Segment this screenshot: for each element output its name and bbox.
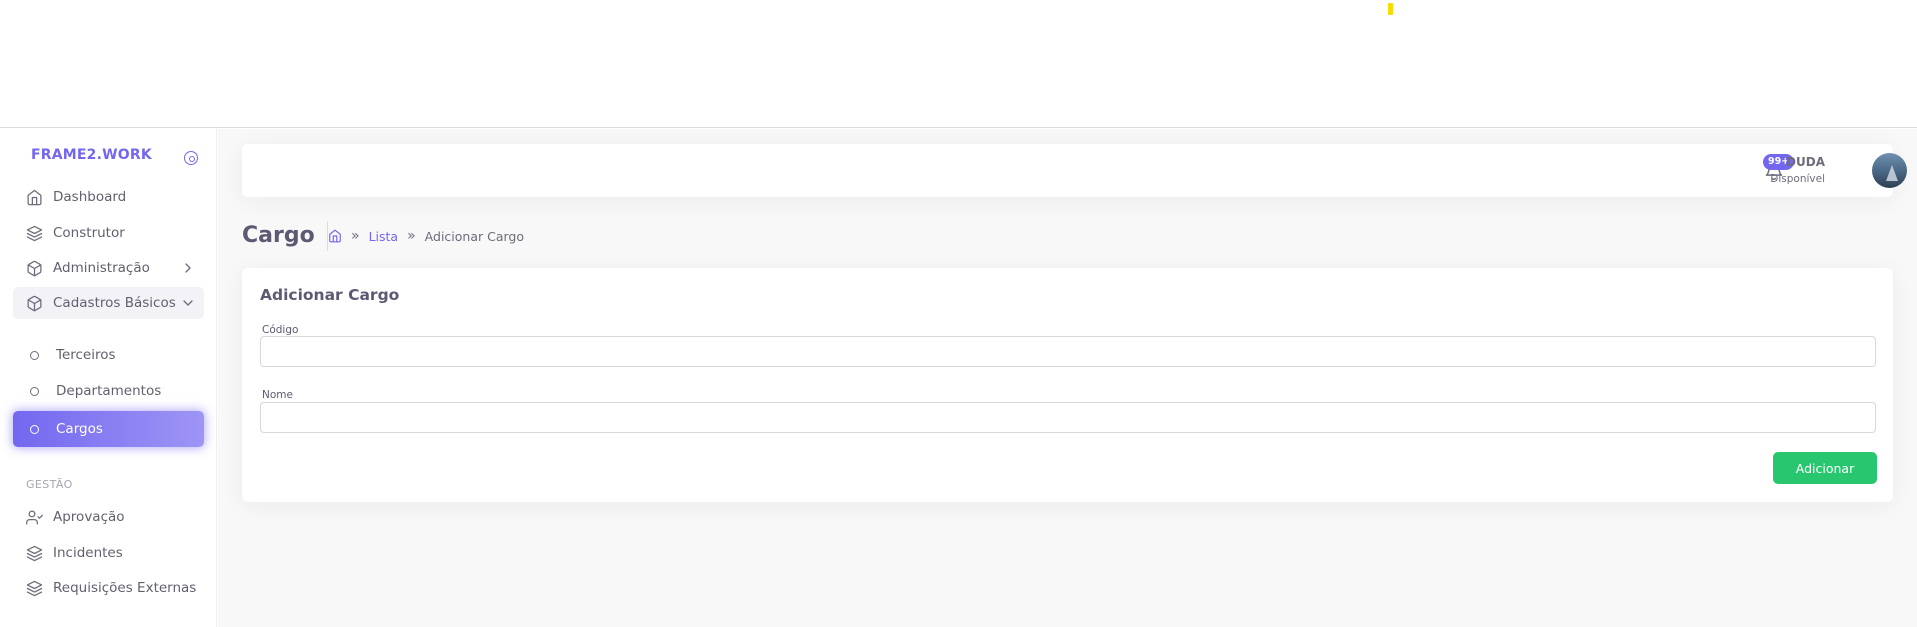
page-title: Cargo (242, 221, 328, 251)
sidebar-item-label: Aprovação (53, 509, 125, 525)
sidebar-subitem-departamentos[interactable]: Departamentos (13, 375, 204, 407)
codigo-input[interactable] (260, 336, 1876, 367)
sidebar-item-administracao[interactable]: Administração (13, 252, 204, 284)
browser-blank-area (0, 0, 1917, 128)
chevron-down-icon (183, 300, 193, 306)
sidebar-subitem-terceiros[interactable]: Terceiros (13, 339, 204, 371)
card-title: Adicionar Cargo (260, 286, 400, 304)
sidebar-item-label: Construtor (53, 225, 125, 241)
sidebar-item-label: Requisições Externas (53, 580, 197, 596)
main-content: 99+ DUDA Disponível Cargo » Lista » Adic… (218, 129, 1917, 627)
circle-icon (30, 386, 39, 396)
sidebar-item-label: Administração (53, 260, 150, 276)
home-icon (24, 187, 44, 207)
add-button[interactable]: Adicionar (1773, 452, 1877, 484)
user-name[interactable]: DUDA (1786, 155, 1825, 169)
layers-icon (24, 543, 44, 563)
sidebar-item-dashboard[interactable]: Dashboard (13, 181, 204, 213)
layers-icon (24, 578, 44, 598)
circle-icon (30, 350, 39, 360)
field-label-codigo: Código (262, 324, 299, 336)
package-icon (24, 293, 44, 313)
user-status: Disponível (1770, 173, 1825, 185)
chevron-right-icon (185, 263, 191, 273)
sidebar-item-label: Cadastros Básicos (53, 295, 176, 311)
sidebar-item-construtor[interactable]: Construtor (13, 217, 204, 249)
chevrons-right-icon: » (351, 228, 360, 244)
breadcrumb-link-lista[interactable]: Lista (369, 229, 399, 244)
circle-icon (30, 424, 39, 434)
section-label-gestao: GESTÃO (26, 478, 73, 491)
form-card: Adicionar Cargo Código Nome Adicionar (242, 268, 1893, 502)
sidebar-subitem-label: Departamentos (56, 383, 162, 399)
sidebar-subitem-label: Terceiros (56, 347, 116, 363)
breadcrumb-current: Adicionar Cargo (424, 228, 524, 244)
chevrons-right-icon: » (407, 228, 416, 244)
yellow-marker (1388, 3, 1393, 15)
sidebar-item-cadastros-basicos[interactable]: Cadastros Básicos (13, 287, 204, 319)
layers-icon (24, 223, 44, 243)
sidebar: FRAME2.WORK Dashboard Construtor Adminis… (0, 129, 217, 627)
sidebar-subitem-label: Cargos (56, 421, 103, 437)
sidebar-item-label: Incidentes (53, 545, 123, 561)
package-icon (24, 258, 44, 278)
sidebar-item-incidentes[interactable]: Incidentes (13, 537, 204, 569)
sidebar-toggle-icon[interactable] (184, 151, 198, 165)
sidebar-item-aprovacao[interactable]: Aprovação (13, 501, 204, 533)
user-check-icon (24, 507, 44, 527)
sidebar-subitem-cargos[interactable]: Cargos (13, 411, 204, 447)
brand-logo[interactable]: FRAME2.WORK (31, 147, 152, 163)
nome-input[interactable] (260, 402, 1876, 433)
top-navbar: 99+ DUDA Disponível (242, 144, 1907, 197)
home-icon[interactable] (328, 229, 342, 243)
breadcrumb: » Lista » Adicionar Cargo (328, 228, 524, 244)
field-label-nome: Nome (262, 389, 293, 401)
sidebar-item-requisicoes-externas[interactable]: Requisições Externas (13, 572, 204, 604)
sidebar-item-label: Dashboard (53, 189, 127, 205)
avatar[interactable] (1872, 153, 1907, 188)
